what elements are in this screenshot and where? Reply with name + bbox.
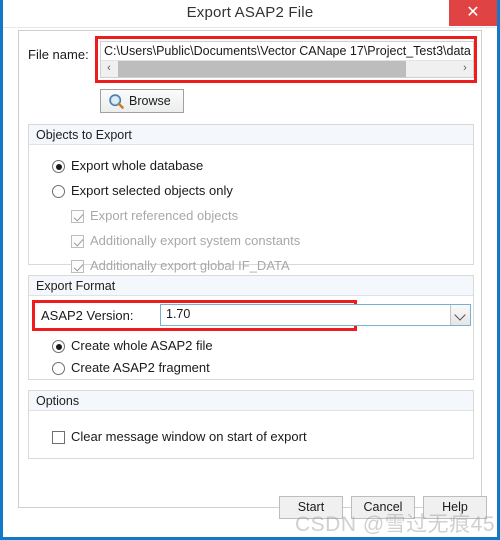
option-label: Export whole database [71, 158, 204, 173]
magnifier-icon [108, 93, 125, 110]
option-label: Additionally export global IF_DATA [90, 258, 290, 273]
file-name-label: File name: [28, 47, 89, 62]
options-group: Options Clear message window on start of… [28, 390, 474, 459]
close-button[interactable]: ✕ [449, 0, 497, 26]
option-label: Create whole ASAP2 file [71, 338, 213, 353]
chevron-down-icon[interactable] [450, 305, 470, 325]
cancel-button[interactable]: Cancel [351, 496, 415, 519]
checkbox-indicator [71, 210, 84, 223]
scroll-right-icon[interactable]: › [457, 61, 473, 77]
browse-button[interactable]: Browse [100, 89, 184, 113]
checkbox-indicator [71, 260, 84, 273]
title-bar: Export ASAP2 File ✕ [3, 0, 497, 28]
options-group-title: Options [29, 391, 473, 411]
option-label: Export referenced objects [90, 208, 239, 223]
scrollbar-thumb[interactable] [118, 61, 406, 77]
file-name-value: C:\Users\Public\Documents\Vector CANape … [104, 44, 471, 58]
dialog-content-panel: File name: C:\Users\Public\Documents\Vec… [18, 30, 482, 508]
radio-indicator[interactable] [52, 185, 65, 198]
format-group-title: Export Format [29, 276, 473, 296]
export-asap2-dialog: Export ASAP2 File ✕ File name: C:\Users\… [0, 0, 500, 540]
help-button[interactable]: Help [423, 496, 487, 519]
objects-to-export-group: Objects to Export Export whole database … [28, 124, 474, 273]
option-label: Clear message window on start of export [71, 429, 307, 444]
radio-indicator[interactable] [52, 160, 65, 173]
asap2-version-label: ASAP2 Version: [41, 308, 134, 323]
file-name-input[interactable]: C:\Users\Public\Documents\Vector CANape … [100, 41, 474, 78]
objects-group-title: Objects to Export [29, 125, 473, 145]
checkbox-indicator [71, 235, 84, 248]
asap2-version-combobox[interactable]: 1.70 [160, 304, 471, 326]
start-button[interactable]: Start [279, 496, 343, 519]
browse-button-label: Browse [129, 94, 171, 108]
option-label: Export selected objects only [71, 183, 233, 198]
option-label: Additionally export system constants [90, 233, 301, 248]
option-label: Create ASAP2 fragment [71, 360, 210, 375]
export-format-group: Export Format ASAP2 Version: 1.70 Create… [28, 275, 474, 380]
file-name-horizontal-scrollbar[interactable]: ‹ › [101, 60, 473, 77]
asap2-version-value: 1.70 [166, 307, 191, 321]
checkbox-indicator[interactable] [52, 431, 65, 444]
scroll-left-icon[interactable]: ‹ [101, 61, 117, 77]
radio-indicator[interactable] [52, 362, 65, 375]
radio-indicator[interactable] [52, 340, 65, 353]
close-icon: ✕ [466, 4, 480, 21]
page-title: Export ASAP2 File [186, 4, 314, 21]
